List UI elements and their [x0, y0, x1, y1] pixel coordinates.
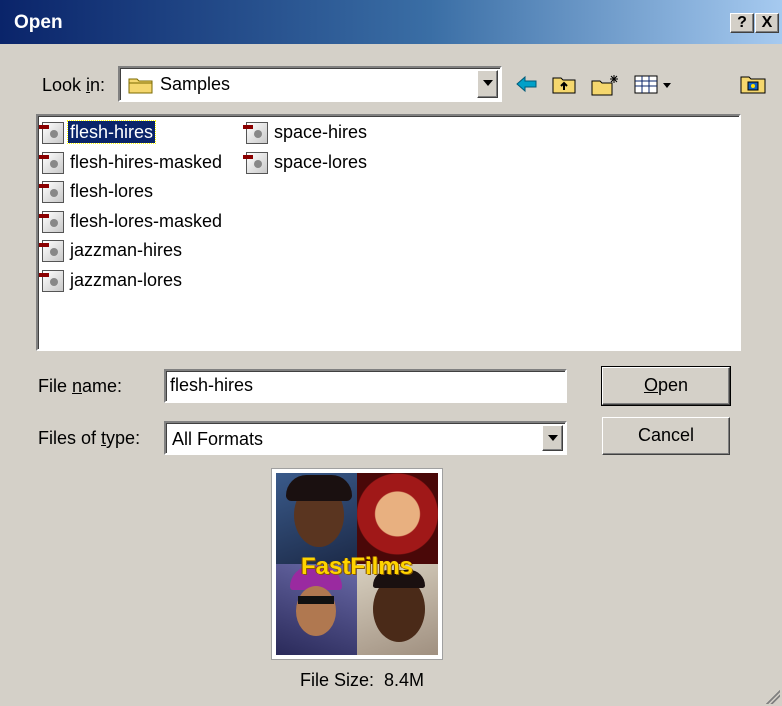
up-folder-icon[interactable]: [551, 73, 577, 100]
look-in-label: Look in:: [42, 75, 106, 95]
close-button[interactable]: X: [755, 13, 779, 33]
folder-icon: [128, 75, 154, 100]
look-in-combo[interactable]: Samples: [118, 66, 502, 102]
image-file-icon: [39, 152, 64, 174]
file-list[interactable]: flesh-hires flesh-hires-masked flesh-lor…: [36, 114, 741, 351]
image-file-icon: [39, 240, 64, 262]
help-icon: ?: [737, 14, 747, 31]
files-of-type-value: All Formats: [172, 429, 264, 449]
desktop-folder-icon[interactable]: [739, 73, 767, 100]
image-file-icon: [39, 122, 64, 144]
help-button[interactable]: ?: [730, 13, 754, 33]
files-of-type-label: Files of type:: [38, 428, 141, 448]
file-name-label: File name:: [38, 376, 123, 396]
look-in-value: Samples: [160, 74, 231, 94]
resize-grip-icon[interactable]: [766, 690, 780, 704]
image-file-icon: [243, 152, 268, 174]
cancel-button[interactable]: Cancel: [602, 417, 730, 455]
open-button[interactable]: Open: [601, 366, 731, 406]
title-bar[interactable]: Open ? X: [0, 0, 782, 44]
files-of-type-dropdown-arrow[interactable]: [542, 425, 563, 451]
close-icon: X: [761, 14, 773, 31]
preview-thumbnail: FastFilms: [271, 468, 443, 660]
image-file-icon: [243, 122, 268, 144]
thumbnail-logo-text: FastFilms: [300, 553, 414, 581]
window-title: Open: [14, 12, 63, 33]
view-menu-icon[interactable]: [633, 73, 675, 100]
image-file-icon: [39, 270, 64, 292]
back-arrow-icon[interactable]: [515, 73, 539, 100]
new-folder-icon[interactable]: [590, 73, 620, 102]
file-name-input[interactable]: flesh-hires: [164, 369, 567, 403]
files-of-type-combo[interactable]: All Formats: [164, 421, 567, 455]
image-file-icon: [39, 181, 64, 203]
file-size-text: File Size: 8.4M: [300, 670, 425, 690]
image-file-icon: [39, 211, 64, 233]
look-in-dropdown-arrow[interactable]: [477, 70, 498, 98]
